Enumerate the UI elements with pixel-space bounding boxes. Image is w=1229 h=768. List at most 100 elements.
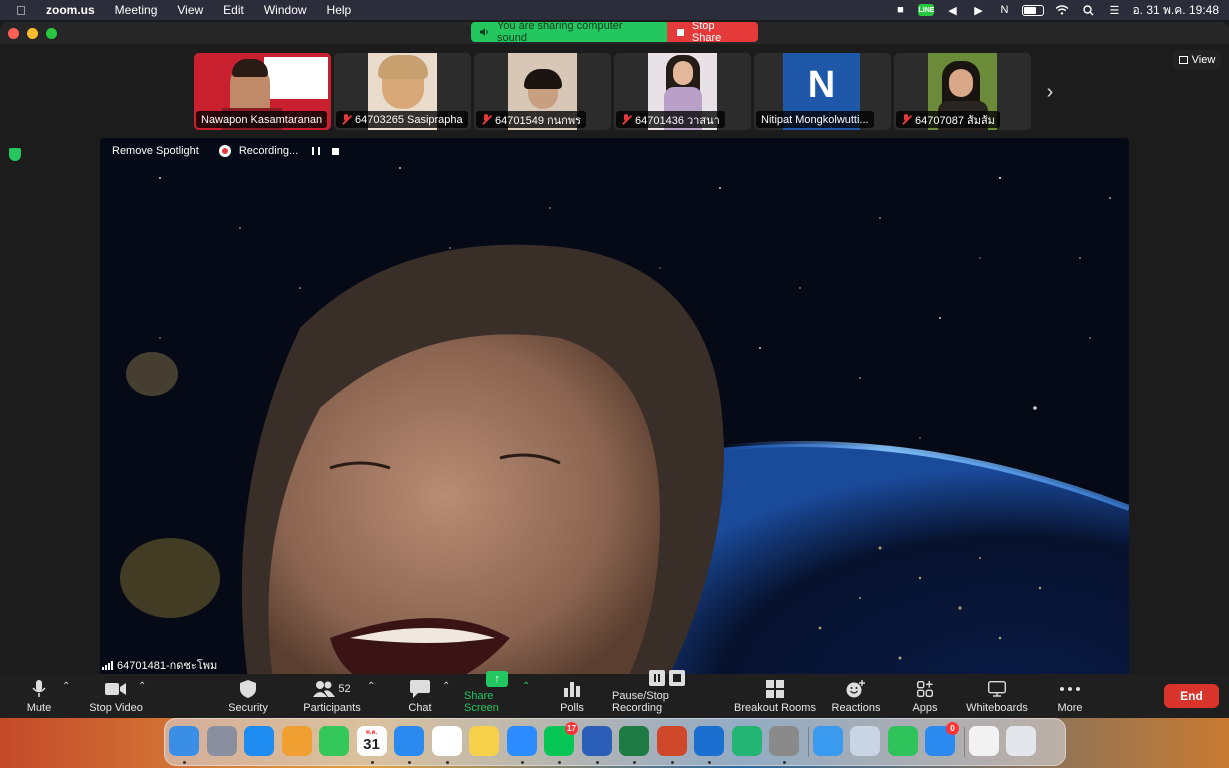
dock-zoom-icon[interactable] bbox=[506, 726, 537, 756]
participants-options-chevron-icon[interactable]: ⌃ bbox=[367, 681, 375, 692]
pause-stop-recording-button[interactable]: Pause/Stop Recording bbox=[612, 670, 722, 718]
menu-window[interactable]: Window bbox=[264, 3, 307, 17]
back-icon[interactable]: ◀ bbox=[944, 4, 960, 17]
participants-button[interactable]: 52 Participants bbox=[302, 674, 362, 718]
stop-video-label: Stop Video bbox=[89, 702, 143, 714]
menu-meeting[interactable]: Meeting bbox=[115, 3, 158, 17]
participants-count: 52 bbox=[338, 683, 351, 695]
running-indicator bbox=[633, 761, 636, 764]
dock-system-preferences-icon[interactable] bbox=[769, 726, 799, 756]
signal-strength-icon bbox=[102, 660, 113, 670]
view-button[interactable]: View bbox=[1173, 50, 1221, 70]
pause-recording-icon[interactable] bbox=[312, 147, 321, 155]
mic-muted-icon bbox=[481, 114, 491, 125]
dock-separator bbox=[963, 727, 965, 757]
minimize-window-button[interactable] bbox=[27, 28, 38, 39]
mic-muted-icon bbox=[901, 114, 911, 125]
running-indicator bbox=[183, 761, 186, 764]
participant-thumbnail[interactable]: 64707087 ส้มส้ม bbox=[894, 53, 1031, 130]
whiteboards-button[interactable]: Whiteboards bbox=[964, 674, 1030, 718]
polls-label: Polls bbox=[560, 702, 584, 714]
security-button[interactable]: Security bbox=[227, 674, 269, 718]
mic-muted-icon bbox=[341, 114, 351, 125]
dock-chrome-icon[interactable] bbox=[431, 726, 462, 756]
dock-word-icon[interactable] bbox=[581, 726, 612, 756]
mute-button[interactable]: Mute bbox=[26, 674, 52, 718]
participant-name-tag: 64701436 วาสนา bbox=[616, 111, 725, 128]
encryption-shield-icon[interactable] bbox=[9, 148, 21, 161]
apps-icon bbox=[914, 679, 936, 699]
video-options-chevron-icon[interactable]: ⌃ bbox=[138, 681, 146, 692]
dock-mail-icon[interactable] bbox=[812, 726, 843, 756]
dock-app-store-icon[interactable] bbox=[244, 726, 274, 756]
share-screen-icon: ↑ bbox=[486, 671, 508, 687]
breakout-rooms-label: Breakout Rooms bbox=[734, 702, 816, 714]
share-options-chevron-icon[interactable]: ⌃ bbox=[522, 681, 530, 692]
end-meeting-button[interactable]: End bbox=[1164, 684, 1219, 708]
dock-powerpoint-icon[interactable] bbox=[656, 726, 687, 756]
dock-safari-icon[interactable] bbox=[394, 726, 424, 756]
wifi-icon[interactable] bbox=[1054, 4, 1070, 16]
recording-status: Recording... bbox=[238, 145, 299, 157]
dock-facetime-icon[interactable] bbox=[319, 726, 349, 756]
close-window-button[interactable] bbox=[8, 28, 19, 39]
apple-icon[interactable]:  bbox=[16, 3, 30, 18]
notion-icon[interactable]: N bbox=[996, 4, 1012, 16]
spotlight-controls: Remove Spotlight Recording... bbox=[104, 145, 340, 157]
stop-recording-icon[interactable] bbox=[332, 147, 340, 155]
mic-muted-icon bbox=[621, 114, 631, 125]
dock-app-green-icon[interactable] bbox=[731, 726, 762, 756]
menu-help[interactable]: Help bbox=[327, 3, 352, 17]
participant-thumbnail[interactable]: N Nitipat Mongkolwutti... bbox=[754, 53, 891, 130]
chat-button[interactable]: Chat bbox=[405, 674, 435, 718]
chat-label: Chat bbox=[408, 702, 432, 714]
running-indicator bbox=[558, 761, 561, 764]
participant-thumbnail[interactable]: Nawapon Kasamtaranan bbox=[194, 53, 331, 130]
search-icon[interactable] bbox=[1080, 4, 1096, 16]
participant-thumbnail[interactable]: 64701436 วาสนา bbox=[614, 53, 751, 130]
dock-safari-2-icon[interactable]: 0 bbox=[925, 722, 959, 756]
menu-view[interactable]: View bbox=[177, 3, 203, 17]
participant-thumbnail[interactable]: 64703265 Sasiprapha bbox=[334, 53, 471, 130]
screen:  zoom.us Meeting View Edit Window Help … bbox=[0, 0, 1229, 768]
dock-finder-icon[interactable] bbox=[169, 726, 199, 756]
dock-document-icon[interactable] bbox=[968, 726, 999, 756]
dock-notes-icon[interactable] bbox=[469, 726, 499, 756]
dock-trash-icon[interactable] bbox=[1006, 726, 1036, 756]
control-center-icon[interactable]: ☰ bbox=[1106, 4, 1122, 17]
share-banner: You are sharing computer sound Stop Shar… bbox=[471, 22, 758, 44]
play-circle-icon[interactable]: ▶ bbox=[970, 4, 986, 17]
next-page-chevron-icon[interactable]: › bbox=[1042, 81, 1058, 103]
dock-line-icon[interactable]: 17 bbox=[544, 722, 578, 756]
share-screen-button[interactable]: ↑ Share Screen bbox=[464, 671, 530, 718]
polls-button[interactable]: Polls bbox=[556, 674, 588, 718]
participant-thumbnail[interactable]: 64701549 กนกพร bbox=[474, 53, 611, 130]
dock-preview-icon[interactable] bbox=[850, 726, 880, 756]
space-background bbox=[100, 138, 1129, 694]
apps-button[interactable]: Apps bbox=[910, 674, 940, 718]
stop-video-button[interactable]: Stop Video bbox=[88, 674, 144, 718]
fullscreen-window-button[interactable] bbox=[46, 28, 57, 39]
security-label: Security bbox=[228, 702, 268, 714]
menu-app-name[interactable]: zoom.us bbox=[46, 3, 95, 17]
participant-thumbnail-strip: Nawapon Kasamtaranan 64703265 Sasiprapha bbox=[194, 53, 1034, 130]
dock-outlook-icon[interactable] bbox=[694, 726, 724, 756]
menu-clock[interactable]: อ. 31 พ.ค. 19:48 bbox=[1132, 1, 1219, 20]
dock-photos-icon[interactable] bbox=[281, 726, 312, 756]
dock-launchpad-icon[interactable] bbox=[206, 726, 237, 756]
reactions-button[interactable]: Reactions bbox=[830, 674, 882, 718]
stop-share-button[interactable]: Stop Share bbox=[667, 22, 758, 44]
battery-icon[interactable] bbox=[1022, 4, 1045, 16]
dock-calendar-icon[interactable]: พ.ค. 31 bbox=[356, 726, 387, 756]
dock-excel-icon[interactable] bbox=[619, 726, 649, 756]
menu-edit[interactable]: Edit bbox=[223, 3, 244, 17]
more-button[interactable]: More bbox=[1054, 674, 1086, 718]
breakout-rooms-button[interactable]: Breakout Rooms bbox=[734, 674, 816, 718]
notification-badge: 0 bbox=[946, 722, 959, 735]
remove-spotlight-button[interactable]: Remove Spotlight bbox=[112, 145, 199, 157]
line-icon[interactable]: LINE bbox=[918, 4, 935, 16]
audio-options-chevron-icon[interactable]: ⌃ bbox=[62, 681, 70, 692]
zoom-icon[interactable]: ■ bbox=[892, 4, 908, 16]
dock-numbers-icon[interactable] bbox=[887, 726, 918, 756]
chat-options-chevron-icon[interactable]: ⌃ bbox=[442, 681, 450, 692]
